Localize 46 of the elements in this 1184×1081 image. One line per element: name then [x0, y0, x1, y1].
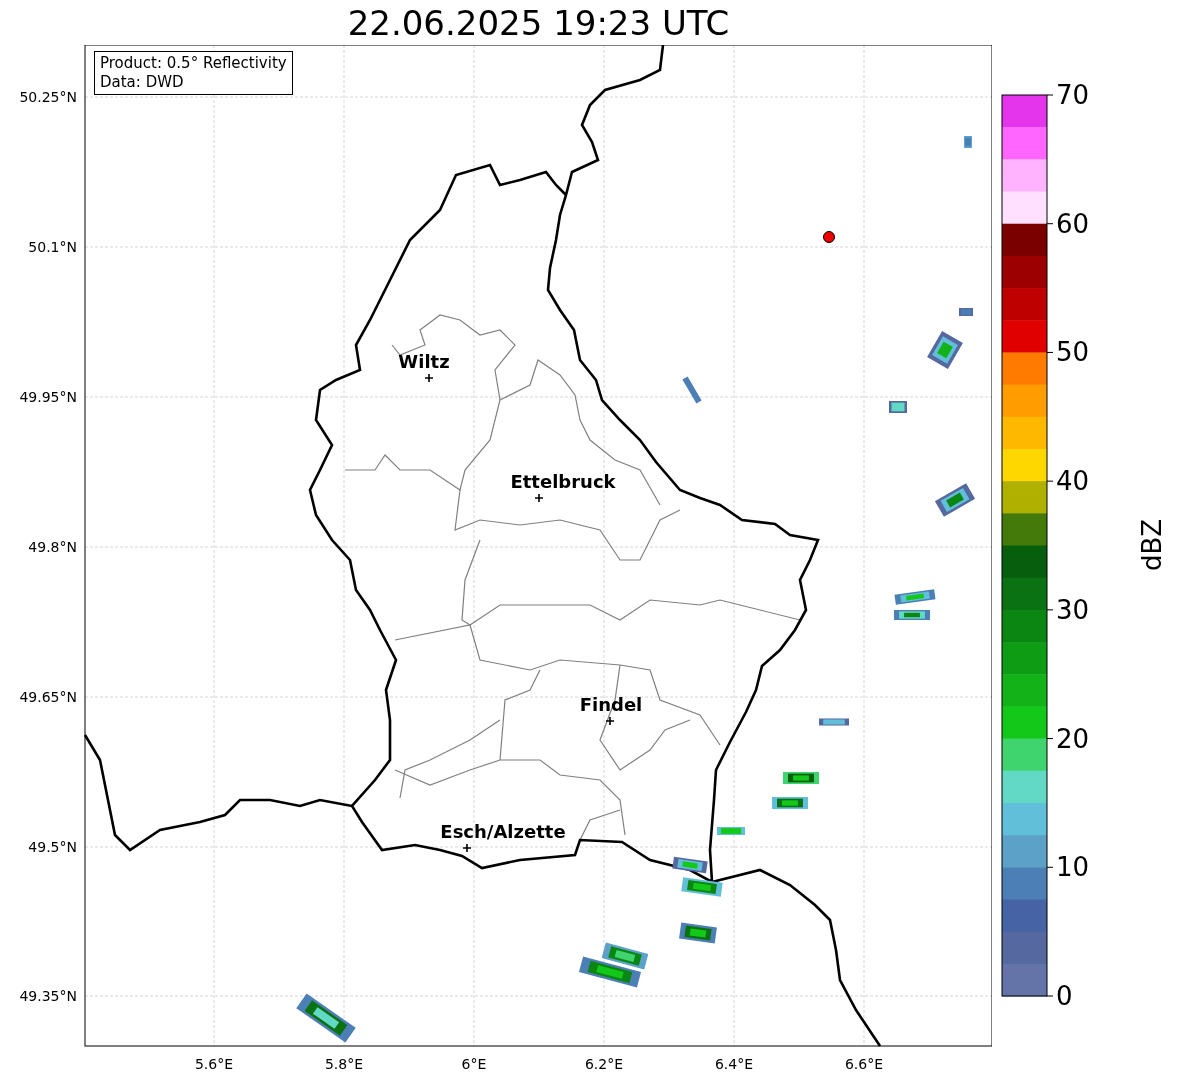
- radar-echo: [717, 827, 745, 835]
- info-text: Product: 0.5° Reflectivity: [100, 54, 287, 73]
- radar-echo: [783, 772, 819, 784]
- radar-echo: [679, 922, 717, 944]
- city-marker-icon: [424, 373, 434, 383]
- axis-tick-label: 6.2°E: [584, 1056, 624, 1072]
- colorbar-tick-label: 70: [1056, 80, 1090, 110]
- radar-echo: [889, 401, 907, 413]
- city-label: Findel: [579, 694, 643, 715]
- city-marker-icon: [605, 716, 615, 726]
- chart-title: 22.06.2025 19:23 UTC: [347, 2, 730, 43]
- city-label: Ettelbruck: [510, 471, 616, 492]
- city-marker-icon: [534, 493, 544, 503]
- axis-tick-label: 49.35°N: [19, 988, 77, 1004]
- axis-tick-label: 49.65°N: [19, 689, 77, 705]
- colorbar-tick-label: 10: [1056, 852, 1090, 883]
- axis-tick-label: 5.6°E: [194, 1056, 234, 1072]
- colorbar-tick-label: 20: [1056, 723, 1090, 754]
- radar-echo: [819, 718, 849, 726]
- colorbar-tick-label: 40: [1056, 466, 1090, 497]
- colorbar-tick-label: 50: [1056, 337, 1090, 368]
- radar-echo: [894, 589, 936, 605]
- radar-echo: [964, 136, 972, 148]
- colorbar-title: dBZ: [1137, 518, 1167, 572]
- colorbar-tick-label: 60: [1056, 208, 1090, 239]
- colorbar-tick-label: 0: [1056, 981, 1073, 1011]
- info-text: Data: DWD: [100, 73, 185, 92]
- radar-echo: [772, 797, 808, 809]
- axis-tick-label: 6.4°E: [714, 1056, 754, 1072]
- city-label: Esch/Alzette: [440, 821, 566, 842]
- axis-tick-label: 50.1°N: [28, 239, 77, 255]
- axis-tick-label: 49.5°N: [28, 839, 77, 855]
- colorbar-tick-label: 30: [1056, 594, 1090, 625]
- axis-tick-label: 5.8°E: [324, 1056, 364, 1072]
- city-label: Wiltz: [398, 351, 450, 372]
- axis-tick-label: 49.95°N: [19, 389, 77, 405]
- axis-tick-label: 6.6°E: [844, 1056, 884, 1072]
- radar-echo: [959, 308, 973, 316]
- axis-tick-label: 6°E: [461, 1056, 487, 1072]
- radar-echo: [894, 610, 930, 620]
- city-marker-icon: [462, 843, 472, 853]
- radar-echo: [681, 877, 723, 897]
- axis-tick-label: 50.25°N: [19, 89, 77, 105]
- axis-tick-label: 49.8°N: [28, 539, 77, 555]
- location-dot: [823, 231, 835, 243]
- radar-echo: [672, 856, 708, 874]
